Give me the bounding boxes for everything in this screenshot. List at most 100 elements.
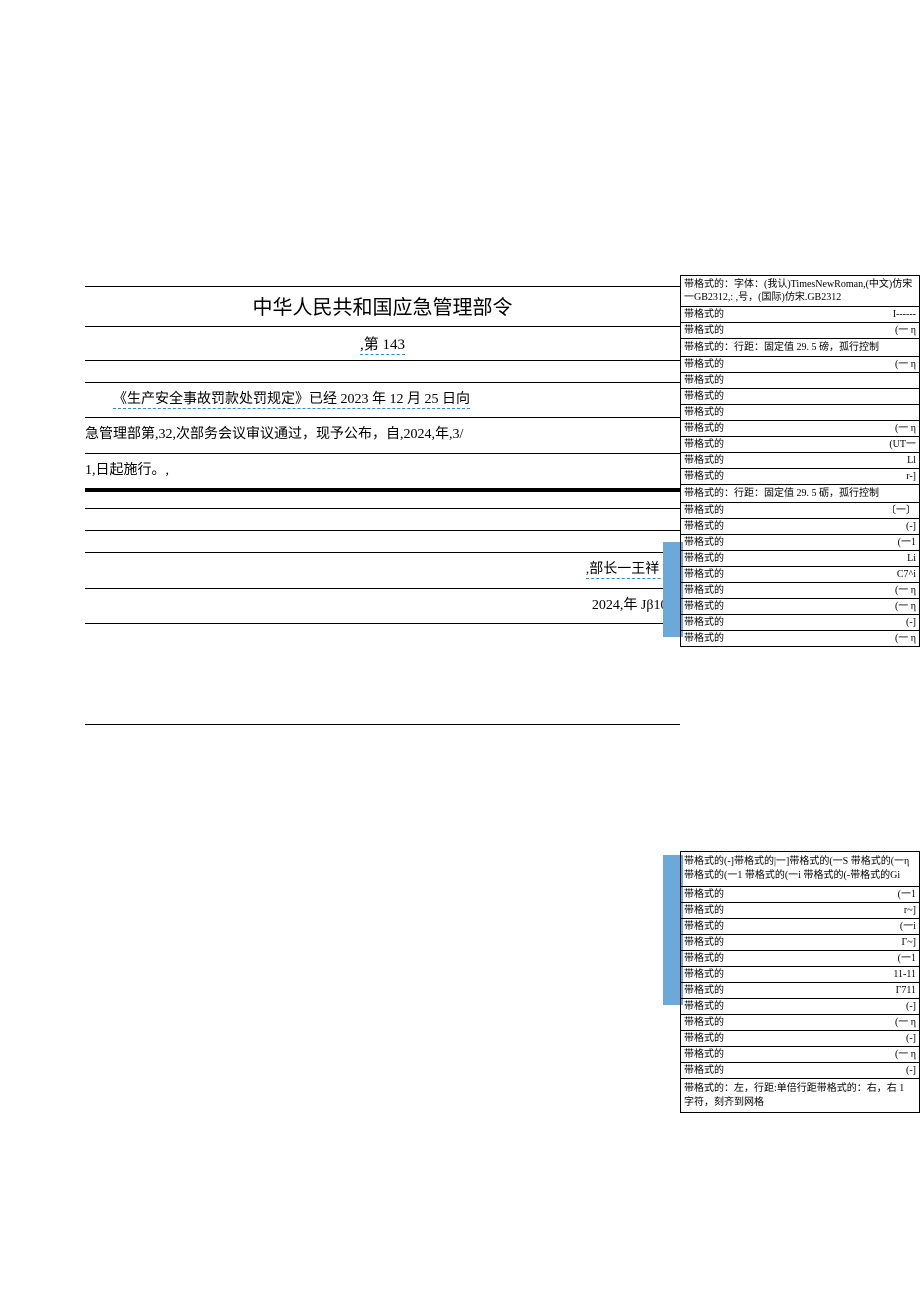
notes-group-a: 带格式的：字体：(我认)TimesNewRoman,(中文)仿宋一GB2312,… xyxy=(680,275,920,647)
notes-b-footer: 带格式的：左，行距:单倍行距带格式的：右，右 1 字符，刻齐到网格 xyxy=(680,1078,920,1113)
format-note: 带格式的 (一 η xyxy=(680,420,920,437)
format-note: 带格式的 (一 η xyxy=(680,356,920,373)
blank-thick-row xyxy=(85,489,680,509)
note-code: (一1 xyxy=(898,536,916,549)
format-note: 带格式的：行距：固定值 29. 5 砺，孤行控制 xyxy=(680,484,920,503)
format-note: 带格式的 (一 η xyxy=(680,598,920,615)
note-code: (一 η xyxy=(895,422,916,435)
para1-text: 《生产安全事故罚款处罚规定》已经 2023 年 12 月 25 日向 xyxy=(113,392,470,409)
format-note: 带格式的 (-] xyxy=(680,1062,920,1079)
note-label: 带格式的 xyxy=(684,1032,724,1045)
format-note: 带格式的：字体：(我认)TimesNewRoman,(中文)仿宋一GB2312,… xyxy=(680,275,920,307)
page-layout: 中华人民共和国应急管理部令 ,第 143 《生产安全事故罚款处罚规定》已经 20… xyxy=(0,0,920,1112)
note-label: 带格式的 xyxy=(684,422,724,435)
note-code: (一 η xyxy=(895,584,916,597)
note-code: (一 η xyxy=(895,1016,916,1029)
format-note: 带格式的 11-11 xyxy=(680,966,920,983)
format-note: 带格式的 〔一〕 xyxy=(680,502,920,519)
format-note: 带格式的(一 η xyxy=(680,1014,920,1031)
note-code: r-] xyxy=(906,470,916,483)
note-label: 带格式的 xyxy=(684,632,724,645)
format-note: 带格式的(-] xyxy=(680,518,920,535)
note-label: 带格式的 xyxy=(684,968,724,981)
note-code: (一 η xyxy=(895,324,916,337)
format-note: 带格式的 r-] xyxy=(680,468,920,485)
note-code: (-] xyxy=(906,1000,916,1013)
note-label: 带格式的 xyxy=(684,552,724,565)
note-code: (一 η xyxy=(895,600,916,613)
note-label: 带格式的 xyxy=(684,324,724,337)
note-code: Ll xyxy=(907,454,916,467)
note-code: (一i xyxy=(900,920,916,933)
para-line-1: 《生产安全事故罚款处罚规定》已经 2023 年 12 月 25 日向 xyxy=(85,383,680,418)
format-note: 带格式的 r~] xyxy=(680,902,920,919)
format-note: 带格式的(一 η xyxy=(680,1046,920,1063)
note-code: Li xyxy=(907,552,916,565)
note-code: (一 η xyxy=(895,632,916,645)
note-label: 带格式的 xyxy=(684,406,724,419)
bottom-rule xyxy=(85,724,680,725)
notes-group-b: 带格式的(-]带格式的|一]带格式的(一S 带格式的(一η 带格式的(一1 带格… xyxy=(680,851,920,1113)
note-label: 带格式的 xyxy=(684,1064,724,1077)
para-line-3: 1,日起施行。, xyxy=(85,454,680,489)
format-note: 带格式的 (一 η xyxy=(680,582,920,599)
format-notes-column: 带格式的：字体：(我认)TimesNewRoman,(中文)仿宋一GB2312,… xyxy=(680,0,920,1112)
format-note: 带格式的 Γ~] xyxy=(680,934,920,951)
notes-b-header: 带格式的(-]带格式的|一]带格式的(一S 带格式的(一η 带格式的(一1 带格… xyxy=(680,851,920,887)
note-code: (UT一 xyxy=(889,438,916,451)
note-label: 带格式的 xyxy=(684,904,724,917)
format-note: 带格式的 (一1 xyxy=(680,534,920,551)
note-label: 带格式的 xyxy=(684,568,724,581)
para-line-2: 急管理部第,32,次部务会议审议通过，现予公布，自,2024,年,3/ xyxy=(85,418,680,453)
note-code: (一1 xyxy=(898,888,916,901)
note-code: 11-11 xyxy=(893,968,916,981)
format-note: 带格式的 (一 η xyxy=(680,630,920,647)
note-code: C7^i xyxy=(897,568,916,581)
note-code: (一 η xyxy=(895,358,916,371)
format-note: 带格式的(一i xyxy=(680,918,920,935)
note-code: I------ xyxy=(893,308,916,321)
note-label: 带格式的 xyxy=(684,520,724,533)
note-label: 带格式的 xyxy=(684,952,724,965)
note-code: Γ711 xyxy=(896,984,916,997)
note-label: 带格式的 xyxy=(684,1000,724,1013)
format-note: 带格式的 Γ711 xyxy=(680,982,920,999)
format-note: 带格式的：行距：固定值 29. 5 磅，孤行控制 xyxy=(680,338,920,357)
note-label: 带格式的 xyxy=(684,536,724,549)
blank-row xyxy=(85,509,680,531)
doc-title: 中华人民共和国应急管理部令 xyxy=(85,287,680,327)
note-code: (一 η xyxy=(895,1048,916,1061)
note-code: (一1 xyxy=(898,952,916,965)
note-label: 带格式的 xyxy=(684,390,724,403)
format-note: 带格式的 xyxy=(680,388,920,405)
note-code: (-] xyxy=(906,616,916,629)
format-note: 带格式的 (一1 xyxy=(680,886,920,903)
note-code: 〔一〕 xyxy=(886,504,916,517)
note-label: 带格式的 xyxy=(684,600,724,613)
note-label: 带格式的 xyxy=(684,984,724,997)
blank-row xyxy=(85,531,680,553)
note-label: 带格式的 xyxy=(684,584,724,597)
date-line: 2024,年 Jβ10E xyxy=(85,589,680,624)
format-note: 带格式的 (-] xyxy=(680,1030,920,1047)
note-code: (-] xyxy=(906,1032,916,1045)
note-label: 带格式的 xyxy=(684,936,724,949)
note-code: Γ~] xyxy=(901,936,916,949)
format-note: 带格式的(UT一 xyxy=(680,436,920,453)
format-note: 带格式的Ll xyxy=(680,452,920,469)
document-content: 中华人民共和国应急管理部令 ,第 143 《生产安全事故罚款处罚规定》已经 20… xyxy=(0,0,680,1112)
note-label: 带格式的 xyxy=(684,616,724,629)
note-label: 带格式的 xyxy=(684,308,724,321)
format-note: 带格式的 xyxy=(680,404,920,421)
format-note: 带格式的 (一1 xyxy=(680,950,920,967)
note-label: 带格式的 xyxy=(684,470,724,483)
note-code: r~] xyxy=(904,904,916,917)
note-label: 带格式的 xyxy=(684,358,724,371)
doc-number-text: ,第 143 xyxy=(360,337,405,355)
note-label: 带格式的 xyxy=(684,374,724,387)
note-label: 带格式的 xyxy=(684,888,724,901)
format-note: 带格式的 (-] xyxy=(680,998,920,1015)
note-code: (-] xyxy=(906,1064,916,1077)
blank-row xyxy=(85,361,680,383)
note-label: 带格式的 xyxy=(684,504,724,517)
